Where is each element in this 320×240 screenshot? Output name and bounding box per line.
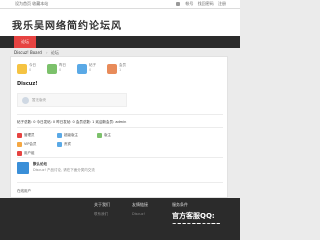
group-admin[interactable]: 管理员 bbox=[17, 132, 57, 140]
group-label: 贵宾 bbox=[64, 142, 71, 146]
site-logo[interactable]: 我乐吴网络简约论坛风 bbox=[12, 17, 122, 32]
super-mod-icon bbox=[57, 133, 62, 138]
user-group-icon bbox=[17, 151, 22, 156]
divider bbox=[17, 127, 223, 128]
group-label: 用户组 bbox=[24, 151, 35, 155]
topbar-user-links: 帐号 找回密码 注册 bbox=[173, 1, 226, 7]
forum-stats: 帖子总数: 0 今日发帖: 0 昨日发帖: 0 会员总数: 1 欢迎新会员: a… bbox=[17, 120, 127, 124]
stat-count: 0 bbox=[59, 68, 62, 72]
footer-links-title: 友情链接 bbox=[132, 202, 148, 207]
today-icon bbox=[17, 64, 27, 74]
footer-discuz-link[interactable]: Discuz! bbox=[132, 212, 148, 216]
login-link[interactable]: 帐号 bbox=[185, 1, 193, 6]
breadcrumb-separator: › bbox=[46, 50, 48, 55]
site-header: 我乐吴网络简约论坛风 bbox=[0, 9, 240, 36]
footer-bottom bbox=[0, 224, 240, 240]
nav-item-forum[interactable]: 论坛 bbox=[14, 36, 36, 48]
footer-qq-label: 官方客服QQ: bbox=[172, 212, 215, 220]
breadcrumb-home[interactable]: Discuz! Board bbox=[14, 50, 42, 55]
footer-links: 友情链接 Discuz! bbox=[132, 202, 148, 216]
footer-contact-link[interactable]: 联系我们 bbox=[94, 212, 110, 217]
top-bar: 设为首页 收藏本站 帐号 找回密码 注册 bbox=[0, 0, 240, 9]
stat-posts[interactable]: 帖子 0 bbox=[77, 63, 101, 77]
guest-icon bbox=[57, 142, 62, 147]
register-link[interactable]: 注册 bbox=[218, 1, 226, 6]
divider bbox=[17, 114, 223, 115]
status-placeholder: 暂无版块 bbox=[32, 98, 46, 102]
main-nav: 论坛 bbox=[0, 36, 240, 48]
online-users[interactable]: 在线用户 bbox=[17, 189, 31, 194]
stat-count: 0 bbox=[89, 68, 92, 72]
posts-icon bbox=[77, 64, 87, 74]
group-guest[interactable]: 贵宾 bbox=[57, 141, 97, 149]
stat-count: 1 bbox=[119, 68, 122, 72]
stat-yesterday[interactable]: 昨日 0 bbox=[47, 63, 71, 77]
forum-category[interactable]: 默认论坛 Discuz! 产品讨论, 请在下面分类内交流 bbox=[17, 160, 137, 178]
yesterday-icon bbox=[47, 64, 57, 74]
topbar-left-links[interactable]: 设为首页 收藏本站 bbox=[15, 1, 48, 7]
forum-content: 今日 0 昨日 0 帖子 0 会员 1 Discuz! 暂无版块 帖子总数: 0… bbox=[10, 56, 228, 198]
group-mod[interactable]: 版主 bbox=[97, 132, 137, 140]
stat-members[interactable]: 会员 1 bbox=[107, 63, 131, 77]
avatar bbox=[22, 97, 29, 104]
mod-icon bbox=[97, 133, 102, 138]
forgot-password-link[interactable]: 找回密码 bbox=[198, 1, 214, 6]
group-vip[interactable]: VIP会员 bbox=[17, 141, 57, 149]
forum-category-desc: Discuz! 产品讨论, 请在下面分类内交流 bbox=[33, 168, 95, 172]
group-label: 超级版主 bbox=[64, 133, 78, 137]
group-label: VIP会员 bbox=[24, 142, 37, 146]
divider bbox=[17, 182, 223, 183]
footer-service-title: 服务条件 bbox=[172, 202, 188, 207]
group-label: 管理员 bbox=[24, 133, 35, 137]
group-super-mod[interactable]: 超级版主 bbox=[57, 132, 97, 140]
user-icon bbox=[176, 2, 181, 6]
forum-category-title[interactable]: 默认论坛 bbox=[33, 162, 47, 167]
footer-about: 关于我们 联系我们 bbox=[94, 202, 110, 217]
stat-count: 0 bbox=[29, 68, 32, 72]
members-icon bbox=[107, 64, 117, 74]
vip-icon bbox=[17, 142, 22, 147]
admin-icon bbox=[17, 133, 22, 138]
forum-category-icon bbox=[17, 162, 29, 174]
footer: 关于我们 联系我们 友情链接 Discuz! 服务条件 官方客服QQ: 2553… bbox=[0, 198, 240, 230]
group-label: 版主 bbox=[104, 133, 111, 137]
divider bbox=[17, 157, 223, 158]
forum-title: Discuz! bbox=[17, 81, 38, 87]
footer-about-title: 关于我们 bbox=[94, 202, 110, 207]
status-box[interactable]: 暂无版块 bbox=[17, 93, 127, 107]
stat-today[interactable]: 今日 0 bbox=[17, 63, 41, 77]
breadcrumb-current[interactable]: 论坛 bbox=[51, 50, 59, 55]
